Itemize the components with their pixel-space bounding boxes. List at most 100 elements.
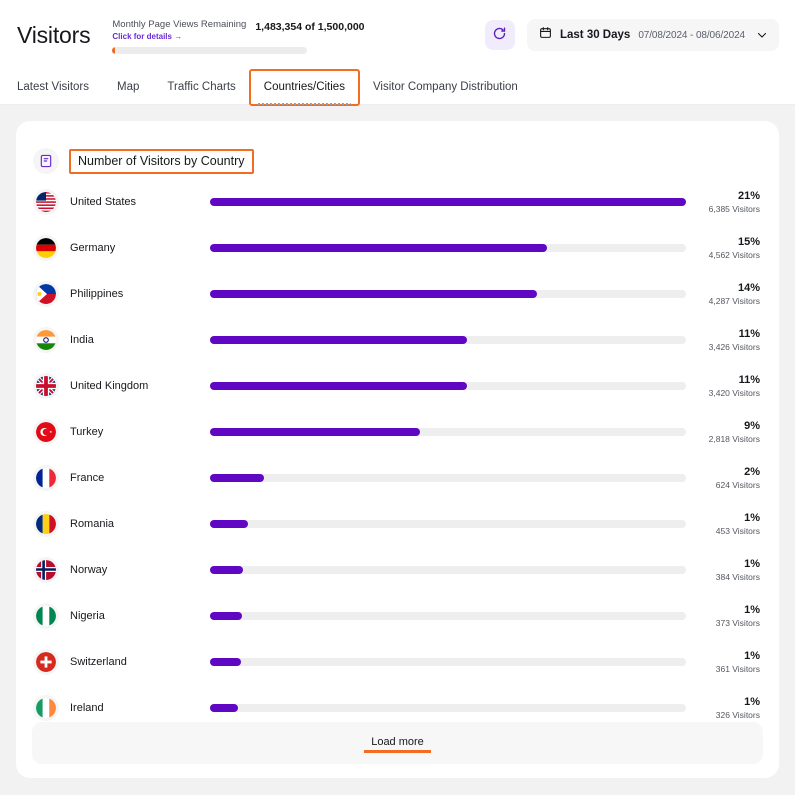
country-name: Switzerland <box>70 656 210 668</box>
country-row[interactable]: United Kingdom 11%3,420 Visitors <box>33 363 762 409</box>
country-name: Romania <box>70 518 210 530</box>
card-footer: Load more <box>32 722 763 764</box>
visitors-count: 4,287 Visitors <box>686 295 760 307</box>
country-row[interactable]: Switzerland1%361 Visitors <box>33 639 762 685</box>
country-name: United States <box>70 196 210 208</box>
row-values: 1%453 Visitors <box>686 511 762 537</box>
visitors-count: 4,562 Visitors <box>686 249 760 261</box>
country-name: India <box>70 334 210 346</box>
country-name: United Kingdom <box>70 380 210 392</box>
flag-us <box>33 189 59 215</box>
quota-progress-fill <box>112 47 114 54</box>
page-views-quota: Monthly Page Views Remaining Click for d… <box>112 17 364 54</box>
tab-visitor-company-distribution[interactable]: Visitor Company Distribution <box>359 70 532 105</box>
country-row[interactable]: Romania 1%453 Visitors <box>33 501 762 547</box>
flag-in <box>33 327 59 353</box>
tab-countries-cities[interactable]: Countries/Cities <box>250 70 359 105</box>
card-header: Number of Visitors by Country <box>16 121 779 179</box>
tab-latest-visitors[interactable]: Latest Visitors <box>17 70 103 105</box>
country-row[interactable]: Philippines 14%4,287 Visitors <box>33 271 762 317</box>
country-row[interactable]: United States 21%6,385 Visitors <box>33 179 762 225</box>
country-visitors-card: Number of Visitors by Country United Sta… <box>16 121 779 778</box>
country-row[interactable]: Nigeria1%373 Visitors <box>33 593 762 639</box>
header-controls: Last 30 Days 07/08/2024 - 08/06/2024 <box>485 19 779 51</box>
bar-track <box>210 704 686 712</box>
bar-fill <box>210 382 467 390</box>
visitors-count: 453 Visitors <box>686 525 760 537</box>
row-values: 1%373 Visitors <box>686 603 762 629</box>
bar-track <box>210 474 686 482</box>
bar-track <box>210 520 686 528</box>
percent-value: 21% <box>686 189 760 203</box>
page-header: Visitors Monthly Page Views Remaining Cl… <box>0 0 795 70</box>
bar-fill <box>210 704 238 712</box>
flag-no <box>33 557 59 583</box>
tab-traffic-charts[interactable]: Traffic Charts <box>153 70 249 105</box>
country-row[interactable]: France2%624 Visitors <box>33 455 762 501</box>
country-rows: United States 21%6,385 Visitors Germany 15%… <box>16 179 779 731</box>
row-values: 1%384 Visitors <box>686 557 762 583</box>
country-name: Norway <box>70 564 210 576</box>
flag-ch <box>33 649 59 675</box>
tab-bar: Latest VisitorsMapTraffic ChartsCountrie… <box>0 70 795 105</box>
bar-fill <box>210 658 241 666</box>
percent-value: 1% <box>686 511 760 525</box>
bar-track <box>210 658 686 666</box>
quota-count: 1,483,354 of 1,500,000 <box>255 19 364 33</box>
country-row[interactable]: Turkey9%2,818 Visitors <box>33 409 762 455</box>
percent-value: 1% <box>686 649 760 663</box>
flag-ro <box>33 511 59 537</box>
quota-progress-bar <box>112 47 307 54</box>
country-row[interactable]: India 11%3,426 Visitors <box>33 317 762 363</box>
bar-track <box>210 566 686 574</box>
percent-value: 11% <box>686 373 760 387</box>
visitors-count: 373 Visitors <box>686 617 760 629</box>
visitors-page: Visitors Monthly Page Views Remaining Cl… <box>0 0 795 795</box>
flag-gb <box>33 373 59 399</box>
bar-fill <box>210 290 537 298</box>
bar-track <box>210 198 686 206</box>
bar-fill <box>210 566 243 574</box>
tab-map[interactable]: Map <box>103 70 153 105</box>
country-name: Philippines <box>70 288 210 300</box>
row-values: 2%624 Visitors <box>686 465 762 491</box>
row-values: 11%3,426 Visitors <box>686 327 762 353</box>
country-row[interactable]: Norway 1%384 Visitors <box>33 547 762 593</box>
bar-track <box>210 336 686 344</box>
percent-value: 1% <box>686 695 760 709</box>
quota-details-link[interactable]: Click for details → <box>112 31 246 42</box>
visitors-count: 624 Visitors <box>686 479 760 491</box>
card-title-annotation: Number of Visitors by Country <box>69 149 254 174</box>
row-values: 14%4,287 Visitors <box>686 281 762 307</box>
row-values: 21%6,385 Visitors <box>686 189 762 215</box>
quota-label: Monthly Page Views Remaining <box>112 19 246 31</box>
refresh-icon <box>492 26 507 44</box>
bar-track <box>210 244 686 252</box>
country-name: Ireland <box>70 702 210 714</box>
visitors-count: 6,385 Visitors <box>686 203 760 215</box>
bar-fill <box>210 198 686 206</box>
date-range-picker[interactable]: Last 30 Days 07/08/2024 - 08/06/2024 <box>527 19 779 51</box>
flag-ph <box>33 281 59 307</box>
visitors-count: 3,426 Visitors <box>686 341 760 353</box>
visitors-count: 326 Visitors <box>686 709 760 721</box>
flag-ng <box>33 603 59 629</box>
date-range-label: Last 30 Days <box>560 29 630 41</box>
card-title: Number of Visitors by Country <box>78 154 245 168</box>
calendar-icon <box>539 26 552 44</box>
country-row[interactable]: Germany 15%4,562 Visitors <box>33 225 762 271</box>
flag-tr <box>33 419 59 445</box>
flag-ie <box>33 695 59 721</box>
visitors-count: 3,420 Visitors <box>686 387 760 399</box>
country-name: Germany <box>70 242 210 254</box>
refresh-button[interactable] <box>485 20 515 50</box>
percent-value: 15% <box>686 235 760 249</box>
load-more-button[interactable]: Load more <box>371 736 424 751</box>
percent-value: 2% <box>686 465 760 479</box>
flag-fr <box>33 465 59 491</box>
row-values: 15%4,562 Visitors <box>686 235 762 261</box>
bar-fill <box>210 336 467 344</box>
percent-value: 14% <box>686 281 760 295</box>
country-name: Turkey <box>70 426 210 438</box>
report-icon <box>33 148 59 174</box>
